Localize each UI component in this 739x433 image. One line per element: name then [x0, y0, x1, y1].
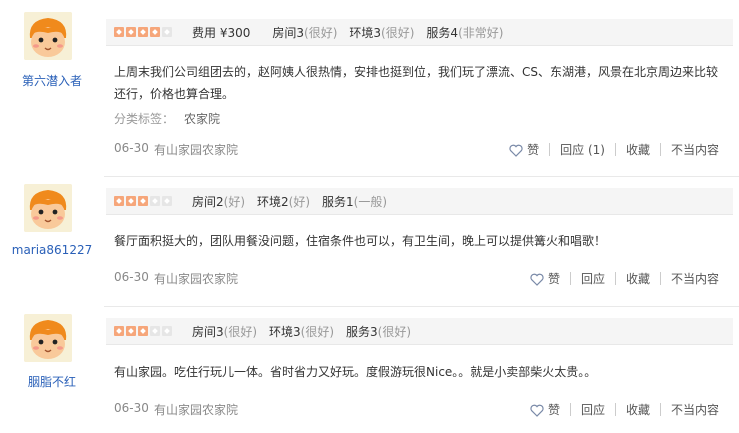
review-content: 餐厅面积挺大的，团队用餐没问题，住宿条件也可以，有卫生间，晚上可以提供篝火和唱歌… — [114, 234, 607, 248]
star-icon — [138, 27, 148, 37]
star-icon — [162, 27, 172, 37]
star-icon — [126, 326, 136, 336]
avatar[interactable] — [24, 314, 72, 362]
star-icon — [162, 326, 172, 336]
review-actions: 赞 回应 (1) 收藏 不当内容 — [499, 141, 719, 158]
star-icon — [150, 27, 160, 37]
star-rating — [114, 326, 174, 336]
star-icon — [114, 326, 124, 336]
like-button[interactable]: 赞 — [520, 401, 570, 418]
score-level: (很好) — [300, 324, 335, 339]
avatar[interactable] — [24, 184, 72, 232]
like-label: 赞 — [547, 272, 560, 286]
score-level: (非常好) — [458, 25, 504, 40]
score-level: (好) — [288, 194, 311, 209]
collect-button[interactable]: 收藏 — [616, 401, 660, 418]
star-rating — [114, 196, 174, 206]
heart-outline-icon — [530, 273, 544, 286]
like-label: 赞 — [527, 143, 540, 157]
score-environment: 环境2(好) — [257, 193, 310, 210]
reply-button[interactable]: 回应 — [571, 401, 615, 418]
report-button[interactable]: 不当内容 — [661, 270, 719, 287]
price-label: 费用 ¥300 — [192, 24, 250, 41]
score-level: (好) — [223, 194, 246, 209]
score-name: 服务1 — [322, 194, 354, 209]
score-room: 房间3(很好) — [272, 24, 337, 41]
score-service: 服务3(很好) — [346, 323, 411, 340]
score-level: (一般) — [353, 194, 388, 209]
score-service: 服务1(一般) — [322, 193, 387, 210]
username[interactable]: maria861227 — [0, 243, 104, 257]
price-value: ¥300 — [219, 25, 251, 40]
shop-link[interactable]: 有山家园农家院 — [154, 401, 238, 418]
like-button[interactable]: 赞 — [499, 141, 549, 158]
score-name: 房间3 — [192, 324, 224, 339]
review-actions: 赞 回应 收藏 不当内容 — [520, 401, 719, 418]
tags-label: 分类标签： — [114, 112, 175, 126]
like-button[interactable]: 赞 — [520, 270, 570, 287]
report-button[interactable]: 不当内容 — [661, 141, 719, 158]
reply-count: (1) — [587, 143, 605, 157]
report-button[interactable]: 不当内容 — [661, 401, 719, 418]
rating-bar: 房间3(很好) 环境3(很好) 服务3(很好) — [106, 318, 733, 345]
shop-link[interactable]: 有山家园农家院 — [154, 141, 238, 158]
reply-button[interactable]: 回应 — [571, 270, 615, 287]
score-name: 环境3 — [269, 324, 301, 339]
score-room: 房间3(很好) — [192, 323, 257, 340]
price-label-text: 费用 — [192, 25, 217, 40]
score-name: 房间3 — [272, 25, 305, 40]
score-environment: 环境3(很好) — [349, 24, 414, 41]
rating-bar: 费用 ¥300 房间3(很好) 环境3(很好) 服务4(非常好) — [106, 19, 733, 46]
score-level: (很好) — [381, 25, 415, 40]
star-icon — [114, 196, 124, 206]
category-tags: 分类标签： 农家院 — [114, 110, 220, 127]
review-footer: 06-30 有山家园农家院 赞 回应 (1) 收藏 不当内容 — [114, 141, 719, 161]
star-icon — [114, 27, 124, 37]
star-icon — [150, 326, 160, 336]
review-date: 06-30 — [114, 141, 149, 155]
review-actions: 赞 回应 收藏 不当内容 — [520, 270, 719, 287]
shop-link[interactable]: 有山家园农家院 — [154, 270, 238, 287]
collect-button[interactable]: 收藏 — [616, 270, 660, 287]
score-service: 服务4(非常好) — [426, 24, 503, 41]
review-date: 06-30 — [114, 401, 149, 415]
star-icon — [126, 27, 136, 37]
score-room: 房间2(好) — [192, 193, 245, 210]
star-rating — [114, 27, 174, 37]
reply-button[interactable]: 回应 (1) — [550, 141, 615, 158]
review-content: 上周末我们公司组团去的，赵阿姨人很热情，安排也挺到位，我们玩了漂流、CS、东湖港… — [114, 65, 719, 101]
username[interactable]: 第六潜入者 — [0, 72, 104, 89]
score-environment: 环境3(很好) — [269, 323, 334, 340]
score-level: (很好) — [377, 324, 412, 339]
star-icon — [138, 326, 148, 336]
score-name: 环境2 — [257, 194, 289, 209]
star-icon — [126, 196, 136, 206]
score-name: 环境3 — [349, 25, 382, 40]
avatar[interactable] — [24, 12, 72, 60]
score-level: (很好) — [304, 25, 338, 40]
star-icon — [150, 196, 160, 206]
review-date: 06-30 — [114, 270, 149, 284]
username[interactable]: 胭脂不红 — [0, 373, 104, 390]
star-icon — [162, 196, 172, 206]
review-item: maria861227 房间2(好) 环境2(好) 服务1(一般) 餐厅面积挺大… — [0, 176, 739, 306]
review-item: 胭脂不红 房间3(很好) 环境3(很好) 服务3(很好) 有山家园。吃住行玩儿一… — [0, 306, 739, 433]
star-icon — [138, 196, 148, 206]
heart-outline-icon — [509, 144, 523, 157]
review-footer: 06-30 有山家园农家院 赞 回应 收藏 不当内容 — [114, 270, 719, 290]
tag-link[interactable]: 农家院 — [184, 112, 220, 126]
like-label: 赞 — [547, 403, 560, 417]
heart-outline-icon — [530, 404, 544, 417]
review-content: 有山家园。吃住行玩儿一体。省时省力又好玩。度假游玩很Nice。。就是小卖部柴火太… — [114, 365, 597, 379]
review-item: 第六潜入者 费用 ¥300 房间3(很好) 环境3(很好) 服务4(非常好) 上… — [0, 0, 739, 176]
score-name: 房间2 — [192, 194, 224, 209]
review-footer: 06-30 有山家园农家院 赞 回应 收藏 不当内容 — [114, 401, 719, 421]
collect-button[interactable]: 收藏 — [616, 141, 660, 158]
rating-bar: 房间2(好) 环境2(好) 服务1(一般) — [106, 188, 733, 215]
score-level: (很好) — [223, 324, 258, 339]
score-name: 服务3 — [346, 324, 378, 339]
score-name: 服务4 — [426, 25, 459, 40]
reply-label: 回应 — [560, 143, 585, 157]
